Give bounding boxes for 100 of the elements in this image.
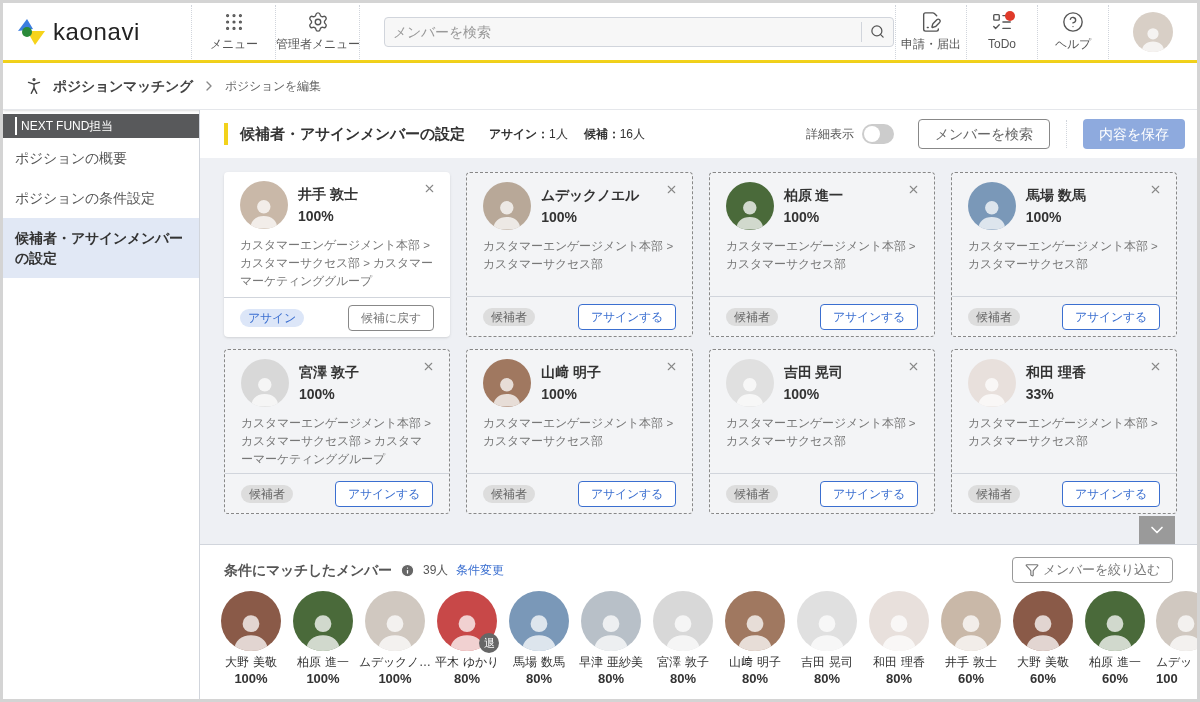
collapse-button[interactable]	[1139, 516, 1175, 544]
member-name: 大野 美敬	[1017, 655, 1069, 670]
card-action-button[interactable]: アサインする	[577, 480, 676, 507]
assign-count: アサイン：1人	[489, 126, 568, 143]
match-score: 100%	[541, 385, 579, 404]
member-name: 和田 理香	[1025, 363, 1086, 382]
info-icon	[400, 562, 415, 578]
member-name: ムデックノ…	[359, 655, 431, 670]
status-tag: 候補者	[483, 484, 536, 503]
member-name: 大野 美敬	[225, 655, 277, 670]
search-icon	[870, 24, 885, 39]
match-score: 80%	[598, 670, 624, 687]
close-button[interactable]	[1149, 360, 1162, 373]
status-tag: 候補者	[725, 307, 778, 326]
status-tag: 候補者	[725, 484, 778, 503]
gear-icon	[306, 10, 329, 33]
member-name: 宮澤 敦子	[657, 655, 709, 670]
member-name: 山﨑 明子	[729, 655, 781, 670]
match-score: 100%	[306, 670, 340, 687]
member-name: 和田 理香	[873, 655, 925, 670]
nav-button[interactable]: 管理者メニュー	[276, 4, 360, 59]
status-tag: 候補者	[483, 307, 536, 326]
nav-button[interactable]: ToDo	[967, 4, 1038, 59]
department-text: カスタマーエンゲージメント本部 > カスタマーサクセス部	[967, 416, 1159, 449]
member-name: 井手 敦士	[298, 185, 358, 204]
close-button[interactable]	[1149, 183, 1162, 196]
nav-button[interactable]: メニュー	[192, 4, 276, 59]
member-name: 馬場 数馬	[513, 655, 565, 670]
status-tag: 候補者	[967, 307, 1020, 326]
match-score: 80%	[742, 670, 768, 687]
detail-toggle[interactable]	[862, 124, 894, 144]
member-name: 吉田 晃司	[801, 655, 853, 670]
match-score: 100%	[783, 385, 821, 404]
member-name: 馬場 数馬	[1025, 186, 1086, 205]
match-score: 80%	[814, 670, 840, 687]
detail-label: 詳細表示	[806, 126, 854, 143]
nav-button[interactable]: 申請・届出	[896, 4, 967, 59]
status-tag: 候補者	[967, 484, 1020, 503]
match-score: 100%	[541, 208, 579, 227]
department-text: カスタマーエンゲージメント本部 > カスタマーサクセス部	[967, 239, 1159, 272]
member-name: 早津 亜紗美	[579, 655, 643, 670]
department-text: カスタマーエンゲージメント本部 > カスタマーサクセス部 > カスタマーマーケティンググループ	[241, 416, 432, 467]
member-name: 宮澤 敦子	[299, 363, 359, 382]
member-name: 平木 ゆかり	[435, 655, 499, 670]
member-name: 井手 敦士	[945, 655, 997, 670]
sidebar-group-header: NEXT FUND担当	[3, 114, 199, 138]
department-text: カスタマーエンゲージメント本部 > カスタマーサクセス部	[725, 239, 917, 272]
filter-icon	[1025, 563, 1039, 577]
member-name: 柏原 進一	[297, 655, 349, 670]
match-score: 100%	[1025, 208, 1063, 227]
member-name: ムデッ	[1156, 655, 1192, 670]
search-member-button[interactable]: メンバーを検索	[918, 119, 1050, 149]
logo-text: kaonavi	[53, 16, 140, 47]
status-tag: 候補者	[241, 484, 293, 503]
candidate-count: 候補：16人	[583, 126, 646, 143]
sidebar-item[interactable]: ポジションの概要	[3, 138, 199, 178]
card-action-button[interactable]: アサインする	[819, 480, 918, 507]
department-text: カスタマーエンゲージメント本部 > カスタマーサクセス部 > カスタマーマーケティンググループ	[240, 238, 435, 289]
matched-count: 39人	[423, 562, 449, 579]
member-name: ムデックノエル	[541, 186, 640, 205]
card-action-button[interactable]: アサインする	[1062, 480, 1160, 507]
department-text: カスタマーエンゲージメント本部 > カスタマーサクセス部	[483, 239, 675, 272]
card-action-button[interactable]: アサインする	[819, 303, 918, 330]
card-action-button[interactable]: アサインする	[577, 303, 676, 330]
member-name: 柏原 進一	[1089, 655, 1141, 670]
match-score: 80%	[670, 670, 696, 687]
match-score: 60%	[1102, 670, 1128, 687]
filter-button[interactable]: メンバーを絞り込む	[1012, 557, 1173, 583]
match-score: 100%	[299, 385, 336, 404]
match-score: 60%	[1030, 670, 1056, 687]
card-action-button[interactable]: アサインする	[1062, 303, 1160, 330]
match-score: 80%	[886, 670, 912, 687]
department-text: カスタマーエンゲージメント本部 > カスタマーサクセス部	[483, 416, 675, 449]
card-action-button[interactable]: アサインする	[335, 480, 434, 507]
sidebar-item[interactable]: 候補者・アサインメンバーの設定	[3, 218, 199, 278]
match-score: 100%	[298, 207, 335, 226]
section-title: 候補者・アサインメンバーの設定	[240, 123, 465, 144]
member-name: 柏原 進一	[783, 186, 844, 205]
breadcrumb-link[interactable]: ポジションマッチング	[53, 75, 193, 97]
match-score: 100%	[378, 670, 412, 687]
match-score: 80%	[526, 670, 552, 687]
matched-title: 条件にマッチしたメンバー	[224, 560, 392, 580]
match-score: 100	[1156, 670, 1178, 687]
member-name: 吉田 晃司	[783, 363, 844, 382]
change-conditions-link[interactable]: 条件変更	[456, 561, 505, 579]
breadcrumb-current: ポジションを編集	[225, 78, 321, 95]
match-score: 60%	[958, 670, 984, 687]
nav-button[interactable]: ヘルプ	[1038, 4, 1109, 59]
help-icon	[1062, 10, 1084, 33]
member-name: 山﨑 明子	[541, 363, 602, 382]
sidebar-item[interactable]: ポジションの条件設定	[3, 178, 199, 218]
retired-badge: 退	[479, 633, 499, 653]
match-score: 33%	[1025, 385, 1055, 404]
card-action-button[interactable]: 候補に戻す	[348, 304, 435, 331]
search-field[interactable]: メンバーを検索	[384, 16, 894, 47]
status-tag: アサイン	[240, 308, 304, 327]
match-score: 100%	[234, 670, 268, 687]
match-score: 100%	[783, 208, 821, 227]
match-score: 80%	[454, 670, 480, 687]
department-text: カスタマーエンゲージメント本部 > カスタマーサクセス部	[725, 416, 917, 449]
